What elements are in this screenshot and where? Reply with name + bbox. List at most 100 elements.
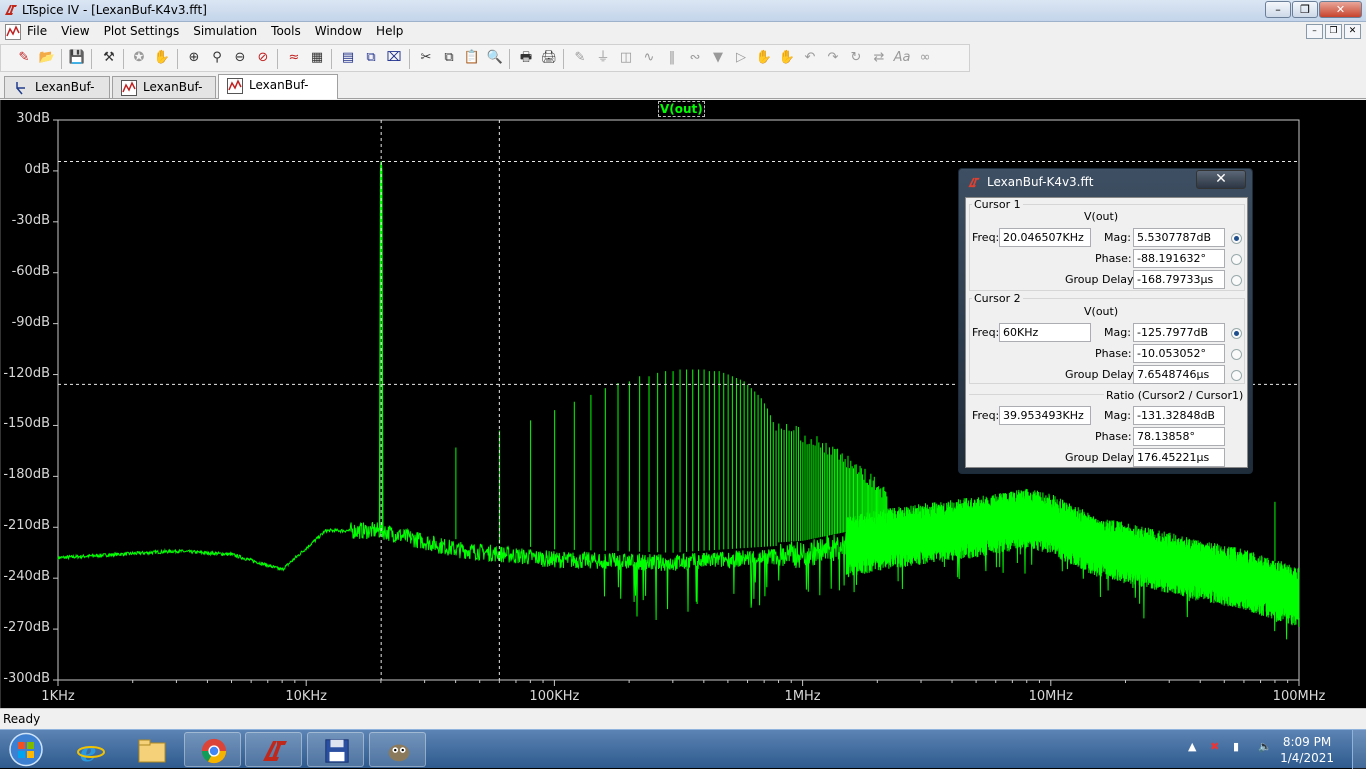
menu-file[interactable]: File	[27, 24, 47, 38]
inductor-icon[interactable]: ∾	[686, 49, 704, 67]
taskbar-chrome[interactable]	[184, 732, 241, 767]
x-tick-label: 10KHz	[285, 689, 328, 704]
find-icon[interactable]: 🔍	[486, 49, 504, 67]
cursor1-freq-label: Freq:	[972, 231, 1000, 244]
cursor1-gd-field[interactable]: -168.79733µs	[1133, 270, 1225, 289]
ratio-mag-field[interactable]: -131.32848dB	[1133, 406, 1225, 425]
cursor2-freq-field[interactable]: 60KHz	[999, 323, 1091, 342]
signal-icon[interactable]: ▮	[1233, 740, 1239, 753]
cursor2-phase-field[interactable]: -10.053052°	[1133, 344, 1225, 363]
tab-strip: LexanBuf-K4v3 LexanBuf-K4v3 LexanBuf-K4v…	[0, 73, 1366, 115]
copy-icon[interactable]: ⧉	[440, 49, 458, 67]
diode-icon[interactable]: ▼	[709, 49, 727, 67]
menu-view[interactable]: View	[61, 24, 89, 38]
ratio-gd-field[interactable]: 176.45221µs	[1133, 448, 1225, 467]
tray-expand-icon[interactable]: ▲	[1188, 740, 1196, 753]
close-button[interactable]: ✕	[1319, 1, 1362, 18]
new-schematic-icon[interactable]: ✎	[15, 49, 33, 67]
trace-label[interactable]: V(out)	[658, 101, 705, 117]
menu-window[interactable]: Window	[315, 24, 362, 38]
cascade-windows-icon[interactable]: ⧉	[362, 49, 380, 67]
minimize-button[interactable]: –	[1265, 1, 1291, 18]
mdi-restore-button[interactable]: ❐	[1325, 24, 1342, 39]
dialog-body: Cursor 1 V(out) Freq: 20.046507KHz Mag: …	[965, 197, 1248, 468]
tile-windows-icon[interactable]: ▤	[339, 49, 357, 67]
autorange-icon[interactable]: ≈	[285, 49, 303, 67]
zoom-pan-icon[interactable]: ⚲	[208, 49, 226, 67]
cursor2-phase-radio[interactable]	[1231, 349, 1242, 360]
run-icon[interactable]: ✪	[130, 49, 148, 67]
cursor2-mag-radio[interactable]	[1231, 328, 1242, 339]
print-preview-icon[interactable]: 🖶	[517, 49, 535, 67]
wire-icon[interactable]: ✎	[571, 49, 589, 67]
control-panel-icon[interactable]: ⚒	[100, 49, 118, 67]
ground-icon[interactable]: ⏚	[594, 49, 612, 67]
clock[interactable]: 8:09 PM 1/4/2021	[1280, 734, 1334, 766]
taskbar-floppy[interactable]	[307, 732, 364, 767]
ratio-group-title: Ratio (Cursor2 / Cursor1)	[1104, 389, 1246, 402]
cursor1-freq-field[interactable]: 20.046507KHz	[999, 228, 1091, 247]
mdi-minimize-button[interactable]: –	[1306, 24, 1323, 39]
text-icon[interactable]: Aa	[893, 49, 911, 67]
y-tick-label: 0dB	[24, 161, 50, 177]
start-button-icon[interactable]	[4, 731, 48, 768]
waveform-icon	[227, 78, 243, 94]
print-icon[interactable]: 🖨	[540, 49, 558, 67]
spice-directive-icon[interactable]: ∞	[916, 49, 934, 67]
menu-simulation[interactable]: Simulation	[193, 24, 257, 38]
cursor2-gd-field[interactable]: 7.6548746µs	[1133, 365, 1225, 384]
rotate-icon[interactable]: ↻	[847, 49, 865, 67]
mirror-icon[interactable]: ⇄	[870, 49, 888, 67]
menu-help[interactable]: Help	[376, 24, 403, 38]
maximize-button[interactable]: ❐	[1292, 1, 1318, 18]
ratio-phase-field[interactable]: 78.13858°	[1133, 427, 1225, 446]
tab-waveform[interactable]: LexanBuf-K4v3	[112, 76, 216, 115]
taskbar-gimp[interactable]	[369, 732, 426, 767]
cursor2-gd-radio[interactable]	[1231, 370, 1242, 381]
cursor1-phase-radio[interactable]	[1231, 254, 1242, 265]
zoom-out-icon[interactable]: ⊖	[231, 49, 249, 67]
label-icon[interactable]: ◫	[617, 49, 635, 67]
drag-icon[interactable]: ✋	[778, 49, 796, 67]
mdi-close-button[interactable]: ✕	[1344, 24, 1361, 39]
ratio-mag-label: Mag:	[1104, 409, 1131, 422]
taskbar-ltspice[interactable]	[245, 732, 302, 767]
undo-icon[interactable]: ↶	[801, 49, 819, 67]
resistor-icon[interactable]: ∿	[640, 49, 658, 67]
zoom-in-icon[interactable]: ⊕	[185, 49, 203, 67]
capacitor-icon[interactable]: ‖	[663, 49, 681, 67]
cursor1-mag-radio[interactable]	[1231, 233, 1242, 244]
cursor1-phase-label: Phase:	[1095, 252, 1132, 265]
status-bar: Ready	[0, 708, 1366, 729]
close-windows-icon[interactable]: ⌧	[385, 49, 403, 67]
network-error-icon[interactable]: ✖	[1210, 740, 1219, 753]
grid-icon[interactable]: ▦	[308, 49, 326, 67]
tab-schematic[interactable]: LexanBuf-K4v3	[4, 76, 110, 115]
component-icon[interactable]: ▷	[732, 49, 750, 67]
ratio-freq-field[interactable]: 39.953493KHz	[999, 406, 1091, 425]
paste-icon[interactable]: 📋	[463, 49, 481, 67]
show-desktop-button[interactable]	[1352, 730, 1366, 769]
cursor1-mag-field[interactable]: 5.5307787dB	[1133, 228, 1225, 247]
menu-tools[interactable]: Tools	[271, 24, 301, 38]
halt-icon[interactable]: ✋	[153, 49, 171, 67]
dialog-close-button[interactable]: ✕	[1196, 170, 1246, 189]
waveform-doc-icon[interactable]	[5, 24, 21, 40]
taskbar-ie[interactable]: e	[62, 732, 119, 767]
open-icon[interactable]: 📂	[38, 49, 56, 67]
tab-fft[interactable]: LexanBuf-K4v3.fft	[218, 74, 338, 113]
taskbar-explorer[interactable]	[122, 732, 179, 767]
volume-icon[interactable]: 🔈	[1258, 740, 1272, 753]
cursor2-mag-field[interactable]: -125.7977dB	[1133, 323, 1225, 342]
cursor1-gd-radio[interactable]	[1231, 275, 1242, 286]
zoom-full-icon[interactable]: ⊘	[254, 49, 272, 67]
redo-icon[interactable]: ↷	[824, 49, 842, 67]
cursor-dialog[interactable]: LexanBuf-K4v3.fft ✕ Cursor 1 V(out) Freq…	[958, 168, 1253, 474]
menu-plot-settings[interactable]: Plot Settings	[104, 24, 180, 38]
cursor1-phase-field[interactable]: -88.191632°	[1133, 249, 1225, 268]
move-icon[interactable]: ✋	[755, 49, 773, 67]
hf-noise-band	[845, 488, 1300, 627]
y-tick-label: 30dB	[16, 111, 50, 126]
save-icon[interactable]: 💾	[68, 49, 86, 67]
cut-icon[interactable]: ✂	[417, 49, 435, 67]
